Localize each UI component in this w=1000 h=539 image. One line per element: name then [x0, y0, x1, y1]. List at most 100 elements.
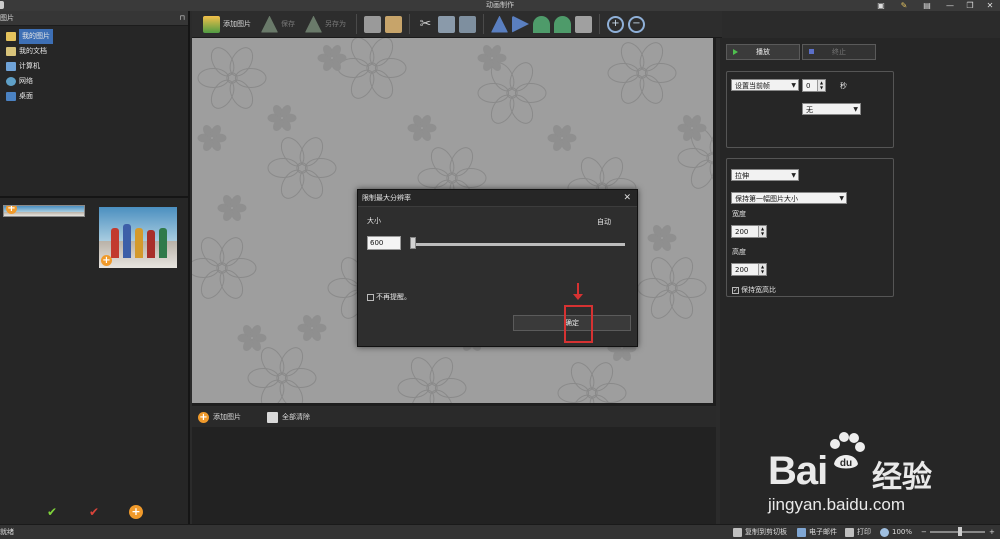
- tree-item-computer[interactable]: 计算机: [6, 59, 188, 74]
- tree-item-my-documents[interactable]: 我的文档: [6, 44, 188, 59]
- close-button[interactable]: ✕: [984, 1, 996, 10]
- stop-label: 终止: [832, 48, 846, 56]
- stretch-select[interactable]: 拉伸 ▼: [731, 169, 799, 181]
- print-icon[interactable]: [364, 15, 381, 33]
- copy-clipboard-button[interactable]: 复制到剪切板: [733, 525, 787, 539]
- size-slider-track[interactable]: [410, 243, 625, 246]
- play-button[interactable]: 播放: [726, 44, 800, 60]
- zoom-out-icon[interactable]: −: [628, 15, 645, 33]
- save-button[interactable]: 保存: [258, 13, 298, 35]
- pin-icon[interactable]: ⊓: [180, 11, 185, 26]
- keep-ratio-checkbox[interactable]: ✓ 保持宽高比: [732, 285, 776, 295]
- image-thumbnail[interactable]: +: [3, 205, 85, 217]
- print-button[interactable]: 打印: [845, 525, 871, 539]
- email-icon[interactable]: [385, 15, 402, 33]
- network-icon: [6, 77, 16, 86]
- toolbar-separator: [599, 14, 600, 34]
- size-group: 拉伸 ▼ 保持第一幅图片大小 ▼ 宽度 200 ▲ ▼ 高度 200 ▲ ▼ ✓ 保持宽高比: [726, 158, 894, 297]
- flower-motif: [237, 325, 267, 351]
- dont-remind-checkbox[interactable]: 不再提醒。: [367, 292, 411, 302]
- tree-item-label: 网络: [19, 77, 33, 85]
- max-resolution-dialog: 限制最大分辨率 ✕ 大小 自动 600 不再提醒。 确定: [357, 189, 638, 347]
- paw-logo: du: [830, 432, 865, 469]
- panel-title: 图片: [0, 14, 14, 22]
- add-image-icon: [203, 15, 220, 33]
- flower-motif: [317, 45, 347, 71]
- folder-tree: 我的图片 我的文档 计算机 网络 桌面: [0, 26, 188, 104]
- height-input[interactable]: 200 ▲ ▼: [731, 263, 767, 276]
- add-image-button[interactable]: 添加图片: [200, 13, 254, 35]
- keep-size-select[interactable]: 保持第一幅图片大小 ▼: [731, 192, 847, 204]
- seconds-input[interactable]: 0 ▲ ▼: [802, 79, 826, 92]
- zoom-in-icon[interactable]: +: [989, 525, 995, 539]
- zoom-out-icon[interactable]: −: [921, 525, 927, 539]
- stop-icon: [809, 49, 814, 54]
- save-as-icon: [305, 15, 322, 33]
- check-red-icon[interactable]: ✔: [87, 505, 101, 519]
- zoom-level: 100%: [880, 525, 912, 539]
- save-as-button[interactable]: 另存为: [302, 13, 349, 35]
- zoom-slider-thumb[interactable]: [958, 527, 962, 536]
- height-label: 高度: [732, 248, 746, 256]
- clear-all-button[interactable]: 全部清除: [267, 411, 310, 423]
- rotate-left-icon[interactable]: [533, 15, 550, 33]
- flip-vertical-icon[interactable]: [491, 15, 508, 33]
- clear-all-label: 全部清除: [282, 413, 310, 421]
- pencil-icon[interactable]: ✎: [898, 1, 910, 10]
- zoom-in-icon[interactable]: +: [607, 15, 624, 33]
- copy-icon[interactable]: [438, 15, 455, 33]
- flower-motif: [677, 115, 707, 141]
- tree-item-label: 我的图片: [19, 29, 53, 44]
- auto-label: 自动: [597, 218, 611, 226]
- add-to-animation-icon[interactable]: +: [101, 255, 112, 266]
- add-image-footer-label: 添加图片: [213, 413, 241, 421]
- layout-icon[interactable]: ▤: [921, 1, 933, 10]
- watermark-url: jingyan.baidu.com: [768, 495, 906, 514]
- flower-motif: [637, 257, 707, 319]
- skin-icon[interactable]: ▣: [875, 1, 887, 10]
- rotate-right-icon[interactable]: [554, 15, 571, 33]
- add-to-animation-icon[interactable]: +: [6, 206, 17, 214]
- size-input[interactable]: 600: [367, 236, 401, 250]
- playback-controls: 播放 终止: [726, 44, 876, 60]
- left-bottom-toolbar: ✔ ✔ +: [0, 500, 188, 524]
- flip-horizontal-icon[interactable]: [512, 15, 529, 33]
- minimize-button[interactable]: —: [944, 1, 956, 10]
- flower-motif: [267, 137, 337, 199]
- size-slider-thumb[interactable]: [410, 237, 416, 249]
- svg-text:du: du: [840, 458, 852, 469]
- add-image-footer-button[interactable]: + 添加图片: [198, 411, 241, 423]
- email-icon: [797, 527, 806, 537]
- checkbox-box: [367, 293, 374, 301]
- canvas-footer: + 添加图片 全部清除: [192, 407, 716, 427]
- image-browser-panel: 图片 ⊓ 我的图片 我的文档 计算机 网络 桌面 + + ✔ ✔ +: [0, 11, 190, 524]
- effect-select[interactable]: 无 ▼: [802, 103, 861, 115]
- check-green-icon[interactable]: ✔: [45, 505, 59, 519]
- add-orange-icon[interactable]: +: [129, 505, 143, 519]
- frame-timing-group: 设置当前帧 ▼ 0 ▲ ▼ 秒 无 ▼: [726, 71, 894, 148]
- email-button[interactable]: 电子邮件: [797, 525, 837, 539]
- image-thumbnail[interactable]: +: [97, 205, 179, 270]
- flower-motif: [247, 347, 317, 403]
- tree-item-network[interactable]: 网络: [6, 74, 188, 89]
- folder-icon: [6, 32, 16, 41]
- dialog-close-icon[interactable]: ✕: [623, 190, 631, 207]
- restore-button[interactable]: ❐: [964, 1, 976, 10]
- paste-icon[interactable]: [459, 15, 476, 33]
- tree-item-desktop[interactable]: 桌面: [6, 89, 188, 104]
- stop-button[interactable]: 终止: [802, 44, 876, 60]
- cut-icon[interactable]: ✂: [417, 16, 434, 33]
- width-input[interactable]: 200 ▲ ▼: [731, 225, 767, 238]
- flower-motif: [407, 115, 437, 141]
- crop-icon[interactable]: [575, 15, 592, 33]
- frame-select[interactable]: 设置当前帧 ▼: [731, 79, 799, 91]
- status-text: 就绪: [0, 528, 14, 536]
- save-icon: [261, 15, 278, 33]
- flower-motif: [397, 357, 467, 403]
- flower-motif: [197, 47, 267, 109]
- size-label: 大小: [367, 217, 381, 225]
- add-image-label: 添加图片: [223, 20, 251, 28]
- clipboard-icon: [733, 527, 742, 537]
- toolbar-separator: [356, 14, 357, 34]
- tree-item-my-pictures[interactable]: 我的图片: [6, 29, 188, 44]
